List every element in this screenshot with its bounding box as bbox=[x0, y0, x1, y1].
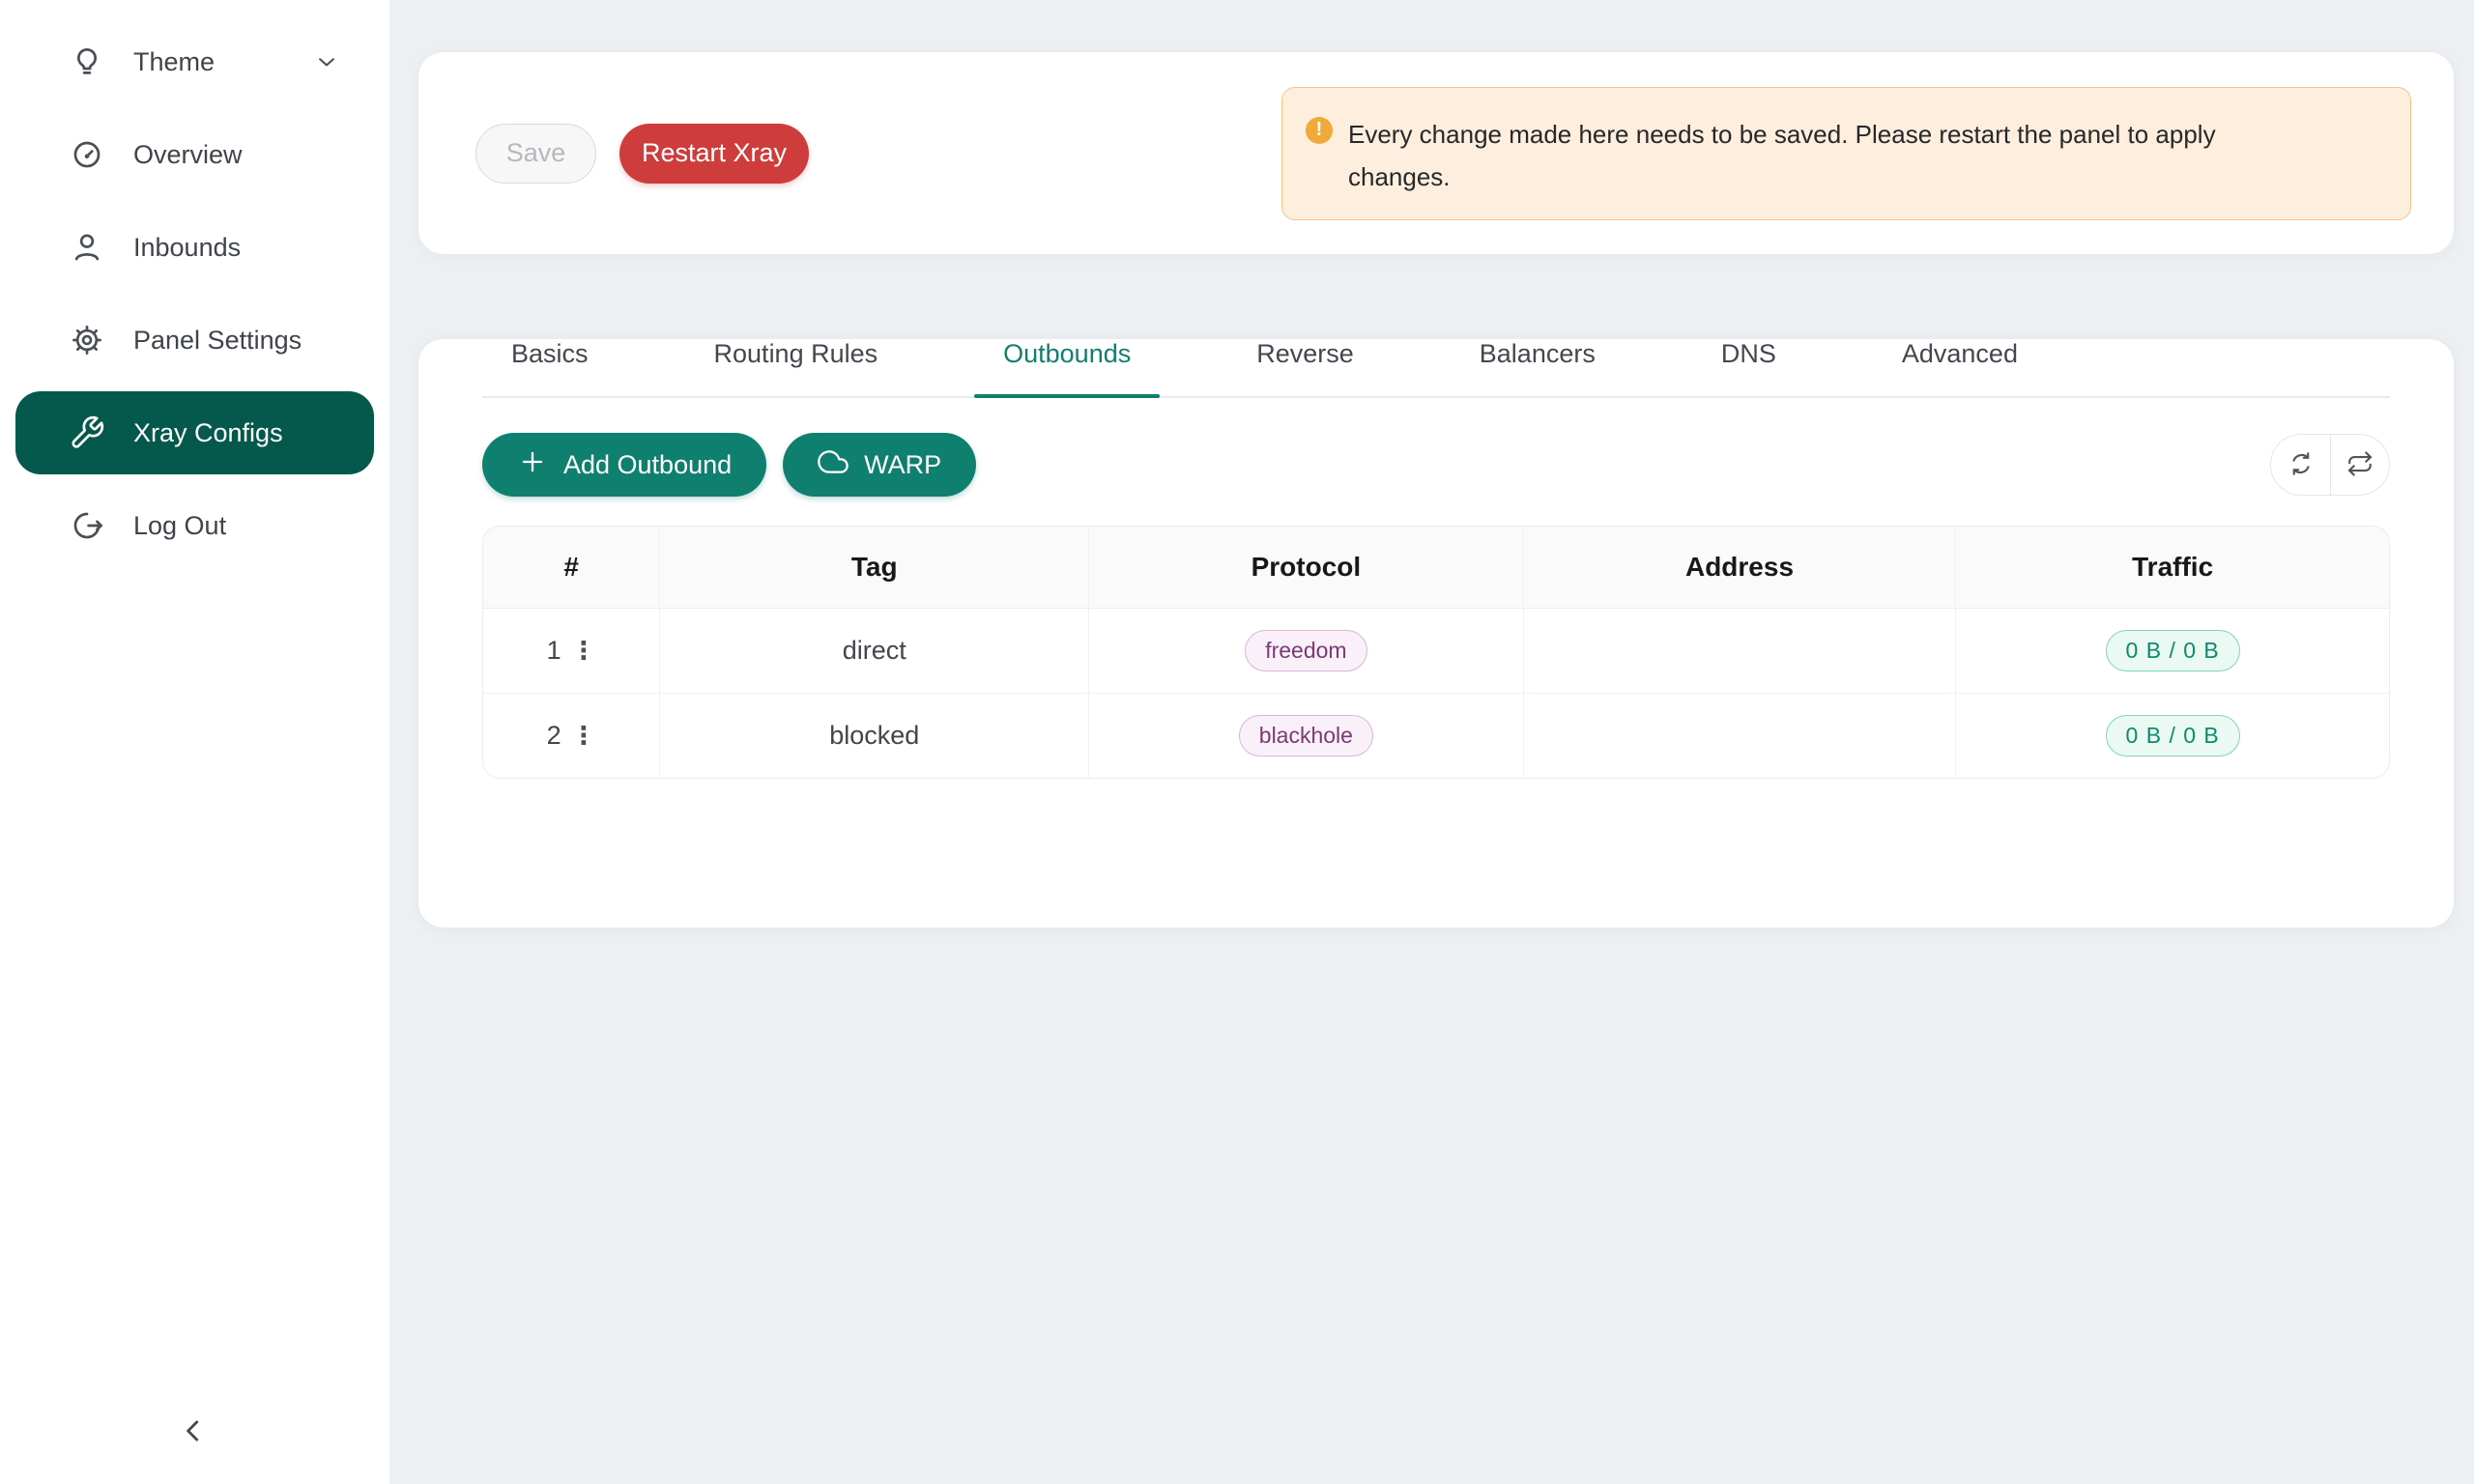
warning-alert: ! Every change made here needs to be sav… bbox=[1281, 87, 2411, 220]
lightbulb-icon bbox=[68, 43, 106, 81]
refresh-button[interactable] bbox=[2271, 435, 2330, 495]
cell-index: 1⋮ bbox=[483, 609, 660, 693]
row-menu-icon[interactable]: ⋮ bbox=[571, 639, 596, 664]
xray-configs-card: Basics Routing Rules Outbounds Reverse Balan… bbox=[418, 339, 2454, 928]
column-header-tag: Tag bbox=[660, 527, 1089, 608]
sidebar-item-label: Theme bbox=[133, 47, 215, 77]
user-icon bbox=[68, 228, 106, 267]
cell-index: 2⋮ bbox=[483, 694, 660, 778]
sidebar-collapse-button[interactable] bbox=[164, 1403, 222, 1461]
reset-traffic-button[interactable] bbox=[2330, 435, 2389, 495]
warp-label: WARP bbox=[864, 450, 941, 480]
sidebar-item-overview[interactable]: Overview bbox=[15, 113, 374, 196]
cell-tag: blocked bbox=[660, 694, 1089, 778]
tab-dns[interactable]: DNS bbox=[1721, 339, 1776, 396]
cell-protocol: blackhole bbox=[1089, 694, 1524, 778]
traffic-badge: 0 B / 0 B bbox=[2106, 630, 2240, 672]
tab-routing-rules[interactable]: Routing Rules bbox=[714, 339, 878, 396]
sidebar-item-label: Xray Configs bbox=[133, 418, 283, 448]
tab-advanced[interactable]: Advanced bbox=[1902, 339, 2018, 396]
save-button[interactable]: Save bbox=[475, 124, 596, 184]
cell-traffic: 0 B / 0 B bbox=[1956, 694, 2389, 778]
sidebar-item-theme[interactable]: Theme bbox=[15, 20, 374, 103]
sidebar-item-log-out[interactable]: Log Out bbox=[15, 484, 374, 567]
tab-basics[interactable]: Basics bbox=[511, 339, 589, 396]
main-content: Save Restart Xray ! Every change made he… bbox=[389, 0, 2474, 1484]
sidebar-item-label: Log Out bbox=[133, 511, 226, 541]
sidebar-item-label: Panel Settings bbox=[133, 326, 302, 356]
row-number: 2 bbox=[547, 721, 561, 751]
tab-outbounds[interactable]: Outbounds bbox=[1003, 339, 1131, 396]
column-header-protocol: Protocol bbox=[1089, 527, 1524, 608]
table-header-row: #TagProtocolAddressTraffic bbox=[483, 527, 2389, 609]
table-body: 1⋮directfreedom0 B / 0 B2⋮blockedblackho… bbox=[483, 609, 2389, 778]
column-header-index: # bbox=[483, 527, 660, 608]
plus-icon bbox=[517, 446, 548, 484]
repeat-icon bbox=[2345, 449, 2374, 481]
table-tools-group bbox=[2270, 434, 2390, 496]
cell-protocol: freedom bbox=[1089, 609, 1524, 693]
cell-traffic: 0 B / 0 B bbox=[1956, 609, 2389, 693]
restart-xray-button[interactable]: Restart Xray bbox=[619, 124, 809, 184]
sidebar-item-label: Inbounds bbox=[133, 233, 241, 263]
gauge-icon bbox=[68, 135, 106, 174]
sidebar-item-inbounds[interactable]: Inbounds bbox=[15, 206, 374, 289]
gear-icon bbox=[68, 321, 106, 359]
table-row: 1⋮directfreedom0 B / 0 B bbox=[483, 609, 2389, 694]
tabs: Basics Routing Rules Outbounds Reverse Balan… bbox=[482, 339, 2390, 398]
logout-icon bbox=[68, 506, 106, 545]
table-row: 2⋮blockedblackhole0 B / 0 B bbox=[483, 694, 2389, 778]
column-header-traffic: Traffic bbox=[1956, 527, 2389, 608]
warp-button[interactable]: WARP bbox=[783, 433, 976, 497]
outbounds-actions-row: Add Outbound WARP bbox=[482, 433, 2390, 497]
add-outbound-label: Add Outbound bbox=[563, 450, 732, 480]
protocol-badge: freedom bbox=[1245, 630, 1366, 672]
sidebar: Theme Overview Inbounds Panel Settings Xray … bbox=[0, 0, 389, 1484]
column-header-address: Address bbox=[1524, 527, 1957, 608]
add-outbound-button[interactable]: Add Outbound bbox=[482, 433, 766, 497]
tab-reverse[interactable]: Reverse bbox=[1256, 339, 1354, 396]
warning-alert-text: Every change made here needs to be saved… bbox=[1348, 113, 2276, 198]
traffic-badge: 0 B / 0 B bbox=[2106, 715, 2240, 757]
row-menu-icon[interactable]: ⋮ bbox=[571, 724, 596, 749]
cell-address bbox=[1524, 609, 1957, 693]
save-restart-card: Save Restart Xray ! Every change made he… bbox=[418, 52, 2454, 254]
tab-balancers[interactable]: Balancers bbox=[1480, 339, 1596, 396]
outbounds-table: #TagProtocolAddressTraffic 1⋮directfreed… bbox=[482, 526, 2390, 779]
sidebar-nav: Theme Overview Inbounds Panel Settings Xray … bbox=[0, 0, 389, 567]
refresh-icon bbox=[2287, 449, 2316, 481]
cell-tag: direct bbox=[660, 609, 1089, 693]
sidebar-item-label: Overview bbox=[133, 140, 243, 170]
sidebar-item-xray-configs[interactable]: Xray Configs bbox=[15, 391, 374, 474]
sidebar-item-panel-settings[interactable]: Panel Settings bbox=[15, 299, 374, 382]
wrench-icon bbox=[68, 414, 106, 452]
chevron-down-icon bbox=[312, 47, 341, 76]
row-number: 1 bbox=[547, 636, 561, 666]
chevron-left-icon bbox=[177, 1414, 210, 1450]
cloud-icon bbox=[818, 446, 849, 484]
cell-address bbox=[1524, 694, 1957, 778]
protocol-badge: blackhole bbox=[1239, 715, 1373, 757]
warning-icon: ! bbox=[1306, 117, 1333, 144]
